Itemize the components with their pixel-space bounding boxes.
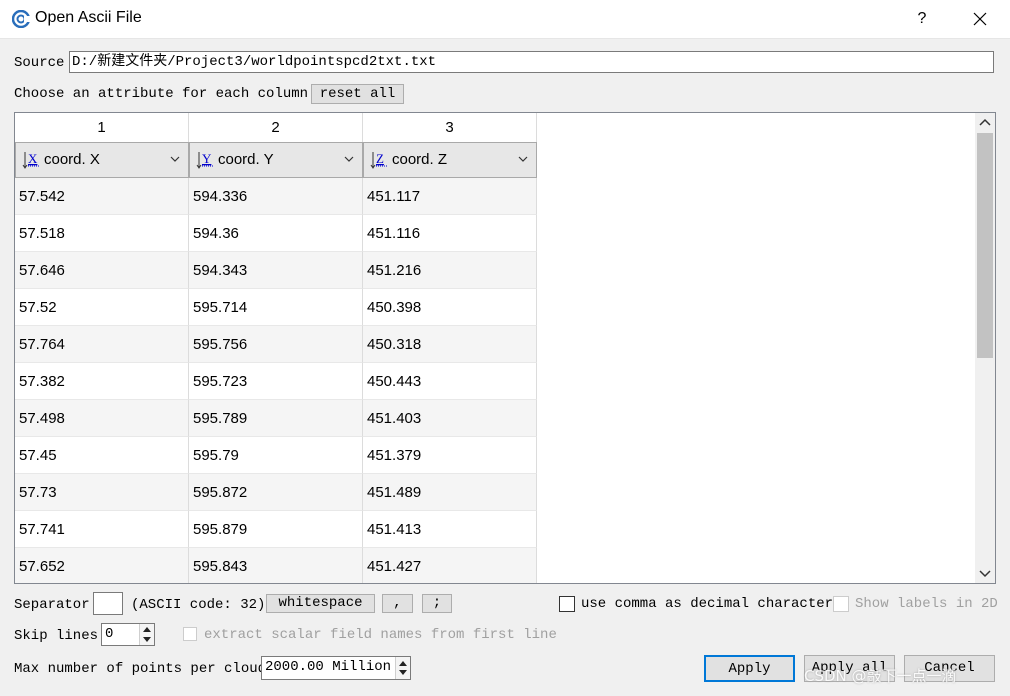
column-attribute-label: coord. X [44, 151, 100, 168]
close-icon [973, 12, 987, 26]
column-attribute-dropdown[interactable]: Xcoord. X [15, 142, 189, 178]
comma-decimal-label: use comma as decimal character [581, 596, 834, 612]
table-cell: 57.518 [15, 215, 189, 252]
table-cell: 57.73 [15, 474, 189, 511]
table-cell: 595.79 [189, 437, 363, 474]
table-cell: 450.318 [363, 326, 537, 363]
table-cell: 451.116 [363, 215, 537, 252]
apply-button[interactable]: Apply [704, 655, 795, 682]
ascii-code-label: (ASCII code: 32) [131, 597, 266, 613]
spin-up-down-icon[interactable] [140, 624, 154, 645]
close-button[interactable] [955, 0, 1005, 38]
axis-y-icon: Y [196, 151, 213, 169]
semicolon-separator-button[interactable]: ; [422, 594, 452, 613]
table-cell: 450.398 [363, 289, 537, 326]
max-points-value: 2000.00 Million [265, 659, 392, 675]
attribute-instruction-label: Choose an attribute for each column: [14, 86, 317, 102]
table-cell: 57.52 [15, 289, 189, 326]
vertical-scrollbar[interactable] [975, 113, 995, 583]
chevron-down-icon[interactable] [344, 155, 354, 163]
window-title: Open Ascii File [35, 9, 142, 26]
table-cell: 595.756 [189, 326, 363, 363]
column-number-header: 3 [363, 113, 537, 142]
show-labels-checkbox[interactable] [833, 596, 849, 612]
table-cell: 594.336 [189, 178, 363, 215]
table-cell: 595.879 [189, 511, 363, 548]
table-cell: 595.723 [189, 363, 363, 400]
table-cell: 451.117 [363, 178, 537, 215]
reset-all-button[interactable]: reset all [311, 84, 404, 104]
column-attribute-dropdown[interactable]: Zcoord. Z [363, 142, 537, 178]
comma-separator-button[interactable]: , [382, 594, 413, 613]
table-column: 2 Ycoord. Y 594.336 594.36 594.343 595.714 595… [189, 113, 363, 583]
column-attribute-label: coord. Z [392, 151, 448, 168]
table-cell: 451.427 [363, 548, 537, 583]
table-cell: 594.36 [189, 215, 363, 252]
column-number-header: 1 [15, 113, 189, 142]
table-column: 3 Zcoord. Z 451.117 451.116 451.216 450.398 45… [363, 113, 537, 583]
scroll-up-arrow-icon[interactable] [975, 113, 995, 133]
separator-label: Separator [14, 597, 90, 613]
max-points-spinbox[interactable]: 2000.00 Million [261, 656, 411, 680]
table-cell: 450.443 [363, 363, 537, 400]
extract-names-label: extract scalar field names from first li… [204, 627, 557, 643]
axis-z-icon: Z [370, 151, 387, 169]
watermark: CSDN @敲下一点一滴 [804, 667, 957, 685]
axis-letter: Z [376, 151, 384, 166]
table-cell: 595.843 [189, 548, 363, 583]
chevron-down-icon[interactable] [518, 155, 528, 163]
table-cell: 451.379 [363, 437, 537, 474]
axis-x-icon: X [22, 151, 39, 169]
show-labels-label: Show labels in 2D [855, 596, 998, 612]
spin-up-down-icon[interactable] [396, 657, 410, 679]
table-cell: 595.714 [189, 289, 363, 326]
axis-letter: X [28, 151, 38, 166]
table-cell: 57.542 [15, 178, 189, 215]
comma-decimal-checkbox[interactable] [559, 596, 575, 612]
table-cell: 57.498 [15, 400, 189, 437]
scroll-down-arrow-icon[interactable] [975, 563, 995, 583]
table-cell: 57.646 [15, 252, 189, 289]
skip-lines-spinbox[interactable]: 0 [101, 623, 155, 646]
table-cell: 57.45 [15, 437, 189, 474]
column-attribute-dropdown[interactable]: Ycoord. Y [189, 142, 363, 178]
cloudcompare-icon [12, 10, 30, 28]
whitespace-button[interactable]: whitespace [266, 594, 375, 613]
table-cell: 451.403 [363, 400, 537, 437]
chevron-down-icon[interactable] [170, 155, 180, 163]
spin-arrows[interactable] [139, 624, 154, 645]
table-cell: 57.652 [15, 548, 189, 583]
table-cell: 595.872 [189, 474, 363, 511]
help-button[interactable]: ? [905, 0, 939, 38]
table-cell: 451.216 [363, 252, 537, 289]
table-cell: 57.382 [15, 363, 189, 400]
title-bar: Open Ascii File ? [0, 0, 1010, 39]
separator-input[interactable] [93, 592, 123, 615]
table-cell: 57.764 [15, 326, 189, 363]
max-points-label: Max number of points per cloud [14, 661, 267, 677]
column-attribute-label: coord. Y [218, 151, 274, 168]
table-cell: 451.489 [363, 474, 537, 511]
table-cell: 57.741 [15, 511, 189, 548]
skip-lines-label: Skip lines [14, 628, 99, 644]
spin-arrows[interactable] [395, 657, 410, 679]
preview-table: 1 Xcoord. X 57.542 57.518 57.646 57.52 57.764 5… [14, 112, 996, 584]
table-cell: 595.789 [189, 400, 363, 437]
source-path-field[interactable]: D:/新建文件夹/Project3/worldpointspcd2txt.txt [69, 51, 994, 73]
table-cell: 451.413 [363, 511, 537, 548]
column-number-header: 2 [189, 113, 363, 142]
scrollbar-thumb[interactable] [977, 133, 993, 358]
source-label: Source [14, 55, 65, 71]
skip-lines-value: 0 [105, 626, 114, 642]
table-cell: 594.343 [189, 252, 363, 289]
axis-letter: Y [202, 151, 212, 166]
extract-names-checkbox[interactable] [183, 627, 197, 641]
table-column: 1 Xcoord. X 57.542 57.518 57.646 57.52 57.764 5… [15, 113, 189, 583]
